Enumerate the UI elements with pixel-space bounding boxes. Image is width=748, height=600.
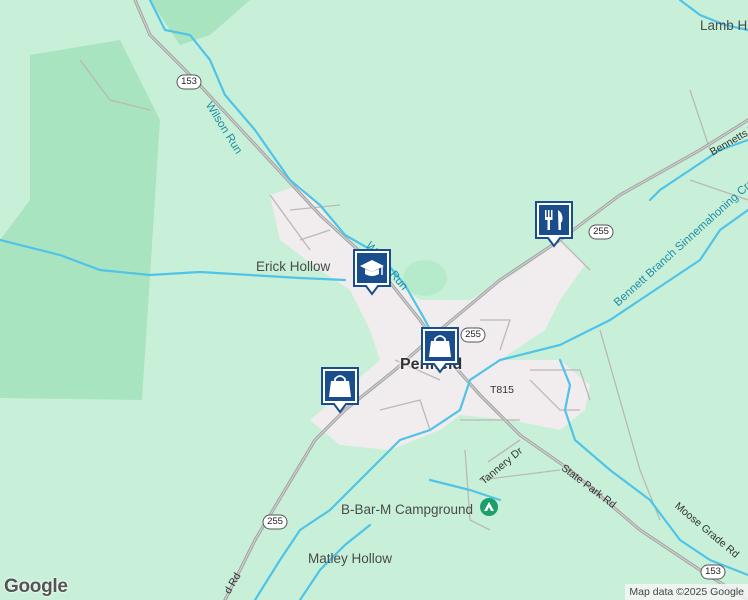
route-255-shield: 255 [460, 327, 486, 343]
school-marker[interactable] [352, 248, 392, 296]
restaurant-marker[interactable] [534, 200, 574, 248]
route-153-shield: 153 [700, 564, 726, 580]
route-255-shield: 255 [588, 224, 614, 240]
route-255-shield: 255 [262, 514, 288, 530]
map-canvas[interactable]: Lamb H Erick Hollow Penfield B-Bar-M Cam… [0, 0, 748, 600]
park-area [403, 260, 447, 296]
matley-hollow-label: Matley Hollow [308, 551, 393, 566]
campground-tent-icon[interactable] [480, 498, 498, 516]
shopping-marker-west[interactable] [320, 366, 360, 414]
shopping-marker-center[interactable] [420, 326, 460, 374]
erick-hollow-label: Erick Hollow [256, 259, 331, 274]
t815-label: T815 [490, 384, 514, 396]
lamb-hollow-label: Lamb H [700, 18, 748, 33]
google-logo[interactable]: Google [4, 576, 68, 598]
campground-label[interactable]: B-Bar-M Campground [341, 502, 473, 517]
map-attribution[interactable]: Map data ©2025 Google [625, 584, 748, 600]
route-153-shield: 153 [176, 74, 202, 90]
